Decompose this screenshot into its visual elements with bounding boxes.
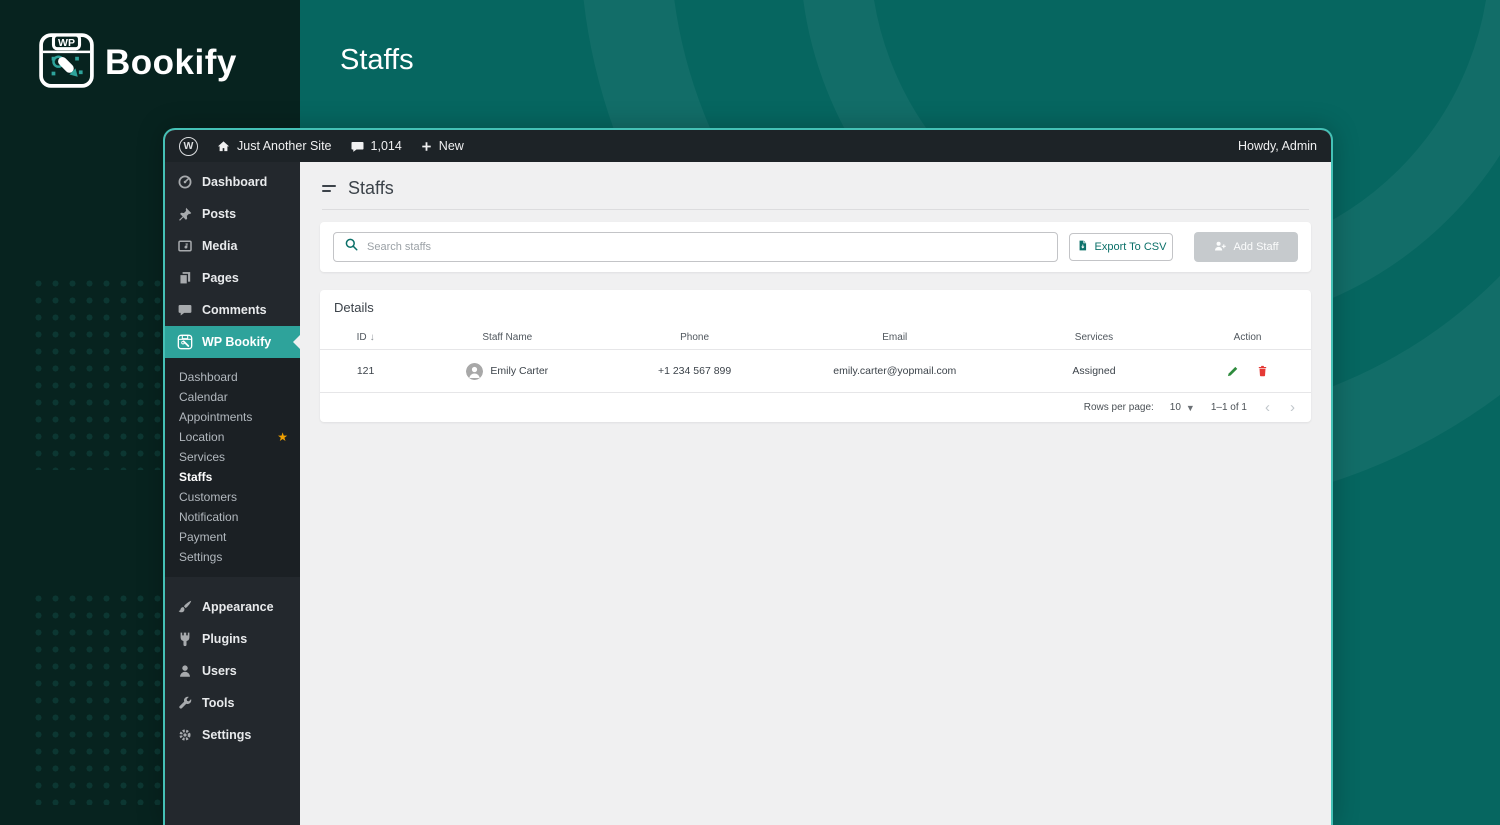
rows-per-page-select[interactable]: 10 ▼ <box>1170 402 1195 413</box>
submenu-item-calendar[interactable]: Calendar <box>165 387 300 407</box>
search-icon <box>344 237 359 257</box>
submenu-item-payment[interactable]: Payment <box>165 527 300 547</box>
cell-actions <box>1184 364 1311 378</box>
column-header-id[interactable]: ID ↓ <box>320 332 411 343</box>
sort-desc-icon: ↓ <box>370 332 375 343</box>
cell-services: Assigned <box>1004 365 1184 377</box>
column-header-phone: Phone <box>603 332 785 343</box>
submenu-item-appointments[interactable]: Appointments <box>165 407 300 427</box>
svg-text:WP: WP <box>58 37 75 49</box>
column-header-email: Email <box>786 332 1004 343</box>
pagination-range: 1–1 of 1 <box>1211 402 1247 413</box>
banner-page-title: Staffs <box>340 44 414 77</box>
table-footer: Rows per page: 10 ▼ 1–1 of 1 ‹ › <box>320 393 1311 422</box>
star-icon: ★ <box>277 430 288 444</box>
pixel-dots-pattern <box>30 590 165 805</box>
wp-admin-bar: W Just Another Site 1,014 New Howdy, Adm… <box>165 130 1331 162</box>
sidebar-item-wp-bookify[interactable]: WP Bookify <box>165 326 300 358</box>
admin-bar-comments[interactable]: 1,014 <box>350 139 402 154</box>
brand-name: Bookify <box>105 43 237 83</box>
page-header: Staffs <box>322 178 1309 210</box>
cell-phone: +1 234 567 899 <box>603 365 785 377</box>
sidebar-item-users[interactable]: Users <box>165 655 300 687</box>
toolbar-card: Export To CSV Add Staff <box>320 222 1311 272</box>
submenu-item-staffs[interactable]: Staffs <box>165 467 300 487</box>
main-content: Staffs Export To CSV Add Staff <box>300 162 1331 825</box>
sidebar-item-comments[interactable]: Comments <box>165 294 300 326</box>
home-icon <box>216 139 231 154</box>
sidebar-item-dashboard[interactable]: Dashboard <box>165 166 300 198</box>
sidebar-item-media[interactable]: Media <box>165 230 300 262</box>
sidebar-item-plugins[interactable]: Plugins <box>165 623 300 655</box>
search-box[interactable] <box>333 232 1058 262</box>
bookify-submenu: Dashboard Calendar Appointments Location… <box>165 358 300 577</box>
wrench-icon <box>176 695 193 711</box>
search-input[interactable] <box>367 241 1047 253</box>
table-header-row: ID ↓ Staff Name Phone Email Services Act… <box>320 325 1311 349</box>
cell-email: emily.carter@yopmail.com <box>786 365 1004 377</box>
submenu-item-dashboard[interactable]: Dashboard <box>165 367 300 387</box>
avatar <box>466 363 483 380</box>
site-name: Just Another Site <box>237 139 332 153</box>
submenu-item-services[interactable]: Services <box>165 447 300 467</box>
submenu-item-customers[interactable]: Customers <box>165 487 300 507</box>
submenu-item-settings[interactable]: Settings <box>165 547 300 567</box>
comment-icon <box>176 302 193 318</box>
bookify-logo-icon: WP <box>38 32 95 94</box>
sidebar-spacer <box>165 577 300 591</box>
gauge-icon <box>176 174 193 190</box>
plug-icon <box>176 631 193 647</box>
pages-icon <box>176 270 193 286</box>
admin-screenshot-frame: W Just Another Site 1,014 New Howdy, Adm… <box>163 128 1333 825</box>
plus-icon <box>420 140 433 153</box>
next-page-button[interactable]: › <box>1288 400 1297 415</box>
sort-lines-icon[interactable] <box>322 182 336 195</box>
details-card: Details ID ↓ Staff Name Phone Email Serv… <box>320 290 1311 422</box>
admin-bar-site-link[interactable]: Just Another Site <box>216 139 332 154</box>
add-staff-button[interactable]: Add Staff <box>1194 232 1298 262</box>
brush-icon <box>176 599 193 615</box>
export-file-icon <box>1076 239 1089 255</box>
submenu-item-notification[interactable]: Notification <box>165 507 300 527</box>
pushpin-icon <box>176 206 193 222</box>
export-csv-button[interactable]: Export To CSV <box>1069 233 1173 261</box>
column-header-services: Services <box>1004 332 1184 343</box>
comment-bubble-icon <box>350 139 365 154</box>
cell-id: 121 <box>320 365 411 377</box>
sidebar-item-appearance[interactable]: Appearance <box>165 591 300 623</box>
media-icon <box>176 238 193 254</box>
user-icon <box>176 663 193 679</box>
bookify-badge-icon <box>176 334 193 350</box>
column-header-staff-name: Staff Name <box>411 332 603 343</box>
cell-staff-name: Emily Carter <box>411 363 603 380</box>
caret-down-icon: ▼ <box>1186 403 1195 413</box>
edit-pencil-icon[interactable] <box>1226 364 1240 378</box>
page-title: Staffs <box>348 178 394 199</box>
gear-icon <box>176 727 193 743</box>
column-header-action: Action <box>1184 332 1311 343</box>
wordpress-logo-icon[interactable]: W <box>179 137 198 156</box>
person-add-icon <box>1213 239 1227 256</box>
wp-sidebar: Dashboard Posts Media Pages Comments <box>165 162 300 825</box>
submenu-item-location[interactable]: Location ★ <box>165 427 300 447</box>
brand-logo: WP Bookify <box>38 32 237 94</box>
previous-page-button[interactable]: ‹ <box>1263 400 1272 415</box>
comment-count: 1,014 <box>371 139 402 153</box>
pixel-dots-pattern <box>30 275 165 470</box>
sidebar-item-settings[interactable]: Settings <box>165 719 300 751</box>
sidebar-item-posts[interactable]: Posts <box>165 198 300 230</box>
sidebar-item-pages[interactable]: Pages <box>165 262 300 294</box>
new-label: New <box>439 139 464 153</box>
admin-bar-howdy[interactable]: Howdy, Admin <box>1238 139 1317 153</box>
card-title: Details <box>320 300 1311 325</box>
admin-bar-new[interactable]: New <box>420 139 464 153</box>
table-row: 121 Emily Carter +1 234 567 899 emily.ca… <box>320 349 1311 393</box>
rows-per-page-label: Rows per page: <box>1084 402 1154 413</box>
sidebar-item-tools[interactable]: Tools <box>165 687 300 719</box>
delete-trash-icon[interactable] <box>1256 364 1269 378</box>
